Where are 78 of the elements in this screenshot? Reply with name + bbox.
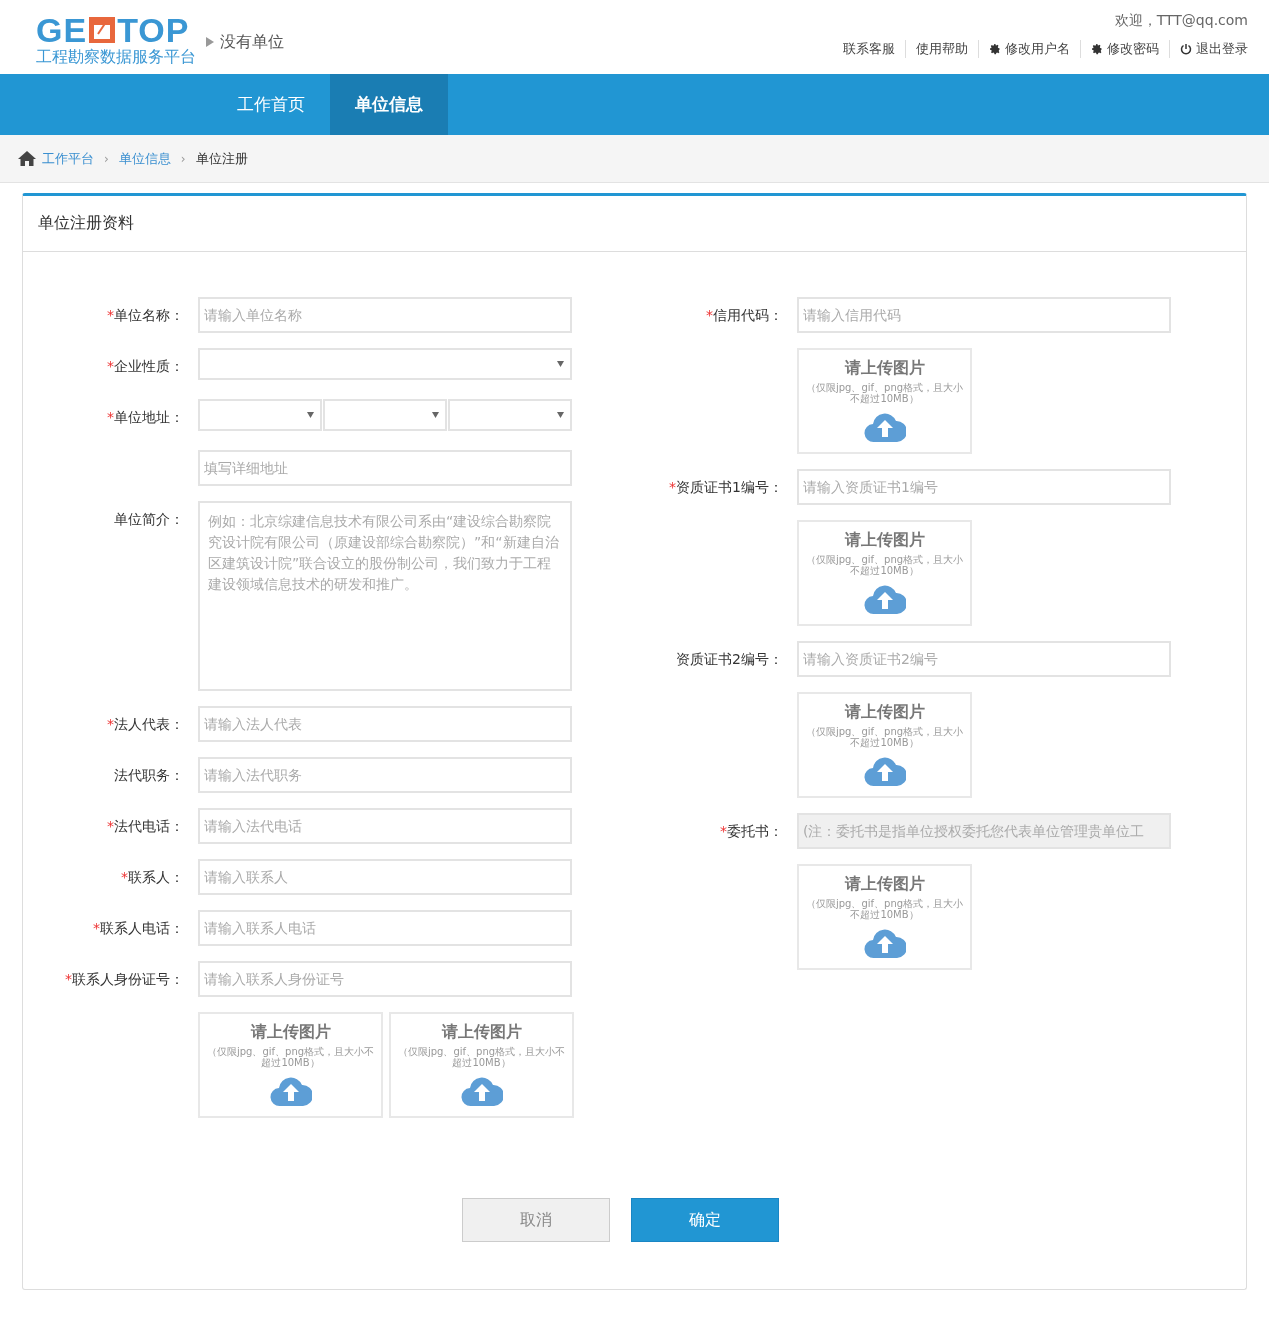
breadcrumb-separator: › [104, 151, 109, 166]
input-field[interactable]: 请输入联系人身份证号 [198, 961, 572, 997]
upload-title: 请上传图片 [844, 702, 925, 723]
upload-title: 请上传图片 [250, 1022, 331, 1043]
upload-hint: （仅限jpg、gif、png格式，且大小不超过10MB） [804, 382, 965, 404]
logo-mark-icon [88, 16, 117, 44]
input-field[interactable]: 请输入法人代表 [198, 706, 572, 742]
input-field[interactable]: 请输入法代职务 [198, 757, 572, 793]
field-label: *联系人电话： [92, 919, 185, 938]
upload-hint: （仅限jpg、gif、png格式，且大小不超过10MB） [396, 1046, 567, 1068]
gear-icon [1091, 43, 1103, 55]
breadcrumb-link[interactable]: 单位信息 [118, 149, 171, 168]
input-field[interactable]: 请输入联系人电话 [198, 910, 572, 946]
textarea-field[interactable]: 例如：北京综建信息技术有限公司系由“建设综合勘察院究设计院有限公司（原建设部综合勘察院）”和“新建自治区建筑设计院”联合设立的股份制公司，我们致力于工程建设领域信息技术的研发和推广。 [198, 501, 572, 691]
upload-title: 请上传图片 [844, 874, 925, 895]
logo-text: TOP [117, 13, 190, 47]
confirm-button[interactable]: 确定 [631, 1198, 779, 1242]
dropdown-select[interactable] [448, 399, 572, 431]
logo-subtitle: 工程勘察数据服务平台 [36, 47, 196, 67]
welcome-text: 欢迎，TTT@qq.com [1114, 12, 1248, 30]
header-link[interactable]: 修改密码 [1080, 40, 1169, 58]
current-page-label: 单位注册 [195, 149, 248, 168]
dropdown-select[interactable] [198, 348, 572, 380]
breadcrumb-link[interactable]: 工作平台 [42, 149, 94, 168]
cancel-button[interactable]: 取消 [462, 1198, 610, 1242]
field-label: *联系人身份证号： [64, 970, 185, 989]
image-upload-area[interactable]: 请上传图片 （仅限jpg、gif、png格式，且大小不超过10MB） [797, 348, 972, 454]
panel-title: 单位注册资料 [23, 196, 1246, 252]
dropdown-caret-icon [557, 361, 564, 367]
nav-tab[interactable]: 工作首页 [212, 74, 330, 135]
field-label: *信用代码： [705, 306, 784, 325]
unit-name: 没有单位 [220, 31, 284, 53]
input-field[interactable]: 请输入联系人 [198, 859, 572, 895]
field-label: *单位地址： [106, 408, 185, 427]
triangle-icon [206, 37, 214, 47]
field-label: 单位简介： [113, 510, 185, 529]
input-field[interactable]: 请输入法代电话 [198, 808, 572, 844]
upload-title: 请上传图片 [441, 1022, 522, 1043]
breadcrumb-separator: › [180, 151, 186, 166]
input-field[interactable]: 请输入资质证书2编号 [797, 641, 1171, 677]
gear-icon [989, 43, 1001, 55]
upload-title: 请上传图片 [844, 530, 925, 551]
field-label: *资质证书1编号： [668, 478, 784, 497]
field-label: *法人代表： [106, 715, 185, 734]
dropdown-caret-icon [432, 412, 439, 418]
input-field[interactable]: 请输入资质证书1编号 [797, 469, 1171, 505]
field-label: *联系人： [120, 868, 185, 887]
dropdown-caret-icon [557, 412, 564, 418]
header-link[interactable]: 联系客服 [833, 40, 905, 58]
field-label: 资质证书2编号： [675, 650, 784, 669]
field-label: *法代电话： [106, 817, 185, 836]
image-upload-area[interactable]: 请上传图片 （仅限jpg、gif、png格式，且大小不超过10MB） [389, 1012, 574, 1118]
dropdown-select[interactable] [323, 399, 447, 431]
header-link[interactable]: 退出登录 [1169, 40, 1248, 58]
upload-hint: （仅限jpg、gif、png格式，且大小不超过10MB） [804, 898, 965, 920]
upload-hint: （仅限jpg、gif、png格式，且大小不超过10MB） [205, 1046, 376, 1068]
power-icon [1180, 43, 1192, 55]
image-upload-area[interactable]: 请上传图片 （仅限jpg、gif、png格式，且大小不超过10MB） [797, 692, 972, 798]
dropdown-caret-icon [307, 412, 314, 418]
image-upload-area[interactable]: 请上传图片 （仅限jpg、gif、png格式，且大小不超过10MB） [797, 520, 972, 626]
upload-hint: （仅限jpg、gif、png格式，且大小不超过10MB） [804, 554, 965, 576]
image-upload-area[interactable]: 请上传图片 （仅限jpg、gif、png格式，且大小不超过10MB） [797, 864, 972, 970]
header-link[interactable]: 使用帮助 [905, 40, 978, 58]
dropdown-select[interactable] [198, 399, 322, 431]
header-link[interactable]: 修改用户名 [978, 40, 1080, 58]
nav-tab[interactable]: 单位信息 [330, 74, 448, 135]
home-icon[interactable] [18, 151, 36, 166]
upload-title: 请上传图片 [844, 358, 925, 379]
field-label: 法代职务： [113, 766, 185, 785]
upload-hint: （仅限jpg、gif、png格式，且大小不超过10MB） [804, 726, 965, 748]
field-label: *企业性质： [106, 357, 185, 376]
input-field[interactable]: 请输入单位名称 [198, 297, 572, 333]
field-label: *委托书： [719, 822, 784, 841]
input-field[interactable]: 填写详细地址 [198, 450, 572, 486]
input-field[interactable]: 请输入信用代码 [797, 297, 1171, 333]
logo-text: GE [36, 13, 88, 47]
image-upload-area[interactable]: 请上传图片 （仅限jpg、gif、png格式，且大小不超过10MB） [198, 1012, 383, 1118]
field-label: *单位名称： [106, 306, 185, 325]
